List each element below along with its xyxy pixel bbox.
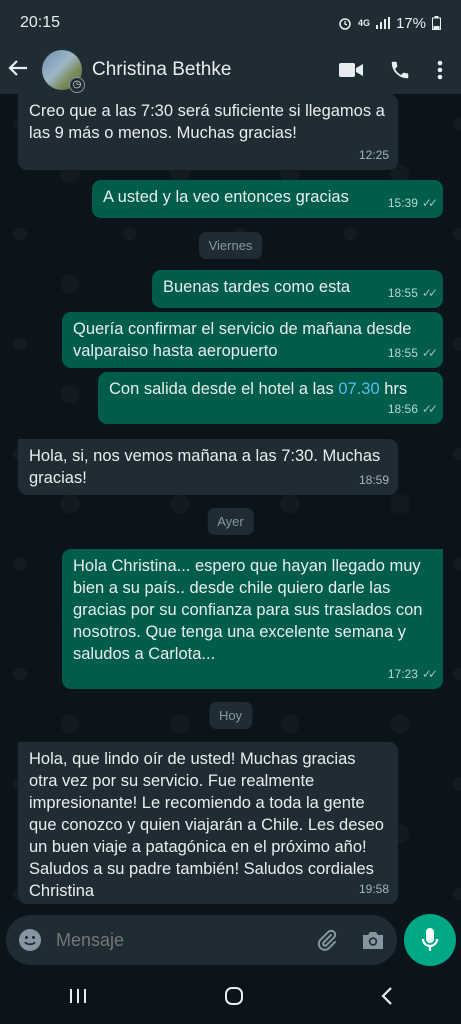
message-time: 19:58 xyxy=(358,882,389,896)
message-text: Quería confirmar el servicio de mañana d… xyxy=(73,320,412,360)
read-ticks-icon: ✓✓ xyxy=(421,402,438,416)
message-time: 18:55 xyxy=(387,346,418,360)
message-text: Creo que a las 7:30 será suficiente si l… xyxy=(29,102,385,142)
emoji-icon[interactable] xyxy=(18,928,42,952)
voice-message-button[interactable] xyxy=(404,914,456,966)
more-vertical-icon[interactable] xyxy=(437,60,443,80)
chat-header: ◷ Christina Bethke xyxy=(0,46,461,94)
arrow-left-icon xyxy=(8,60,27,76)
battery-percent: 17% xyxy=(395,14,426,32)
chat-messages[interactable]: Creo que a las 7:30 será suficiente si l… xyxy=(0,94,461,912)
clock-icon: ◷ xyxy=(69,77,85,93)
status-time: 20:15 xyxy=(20,14,61,31)
date-separator: Viernes xyxy=(198,232,263,259)
message-time: 12:25 xyxy=(358,148,389,162)
message-bubble-outgoing[interactable]: Con salida desde el hotel a las 07.30 hr… xyxy=(98,372,443,424)
message-text-before: Con salida desde el hotel a las xyxy=(109,380,339,398)
time-link[interactable]: 07.30 xyxy=(338,380,379,398)
home-icon[interactable] xyxy=(224,986,244,1006)
message-text-after: hrs xyxy=(379,380,408,398)
battery-icon xyxy=(432,16,441,30)
message-bubble-incoming[interactable]: Hola, que lindo oír de usted! Muchas gra… xyxy=(18,742,398,904)
message-text: Hola Christina... espero que hayan llega… xyxy=(73,557,423,663)
message-bubble-incoming[interactable]: Hola, si, nos vemos mañana a las 7:30. M… xyxy=(18,439,398,495)
message-bubble-outgoing[interactable]: Hola Christina... espero que hayan llega… xyxy=(62,549,443,689)
message-input[interactable] xyxy=(54,928,315,952)
message-bubble-incoming[interactable]: Creo que a las 7:30 será suficiente si l… xyxy=(18,94,398,170)
message-bubble-outgoing[interactable]: Quería confirmar el servicio de mañana d… xyxy=(62,312,443,368)
camera-icon[interactable] xyxy=(361,930,385,950)
message-bubble-outgoing[interactable]: Buenas tardes como esta 18:55 ✓✓ xyxy=(152,270,443,308)
phone-icon[interactable] xyxy=(389,59,411,81)
read-ticks-icon: ✓✓ xyxy=(421,346,438,360)
message-time: 18:55 xyxy=(387,286,418,300)
back-button[interactable] xyxy=(0,56,42,84)
read-ticks-icon: ✓✓ xyxy=(421,196,438,210)
date-separator: Hoy xyxy=(208,702,253,729)
status-indicators: 4G 17% xyxy=(338,15,441,32)
avatar[interactable]: ◷ xyxy=(42,50,85,93)
read-ticks-icon: ✓✓ xyxy=(421,286,438,300)
message-time: 17:23 xyxy=(387,667,418,681)
alarm-icon xyxy=(339,18,351,30)
message-text: Buenas tardes como esta xyxy=(163,278,351,296)
message-text: Hola, si, nos vemos mañana a las 7:30. M… xyxy=(29,447,381,487)
back-nav-icon[interactable] xyxy=(380,986,393,1006)
recent-apps-icon[interactable] xyxy=(69,988,87,1004)
read-ticks-icon: ✓✓ xyxy=(421,667,438,681)
system-navigation-bar xyxy=(0,968,461,1024)
contact-name[interactable]: Christina Bethke xyxy=(92,59,339,81)
message-time: 18:59 xyxy=(358,473,389,487)
message-composer xyxy=(6,915,397,965)
date-separator: Ayer xyxy=(207,508,254,535)
signal-icon xyxy=(375,17,390,29)
message-bubble-outgoing[interactable]: A usted y la veo entonces gracias 15:39 ✓… xyxy=(92,180,443,218)
attach-icon[interactable] xyxy=(315,928,339,952)
message-text: Hola, que lindo oír de usted! Muchas gra… xyxy=(29,750,384,900)
microphone-icon xyxy=(421,928,439,951)
message-text: A usted y la veo entonces gracias xyxy=(103,188,349,206)
network-type: 4G xyxy=(357,18,370,28)
message-time: 15:39 xyxy=(387,196,418,210)
status-bar: 20:15 4G 17% xyxy=(0,0,461,46)
message-time: 18:56 xyxy=(387,402,418,416)
header-actions xyxy=(339,59,461,81)
video-camera-icon[interactable] xyxy=(339,62,363,78)
